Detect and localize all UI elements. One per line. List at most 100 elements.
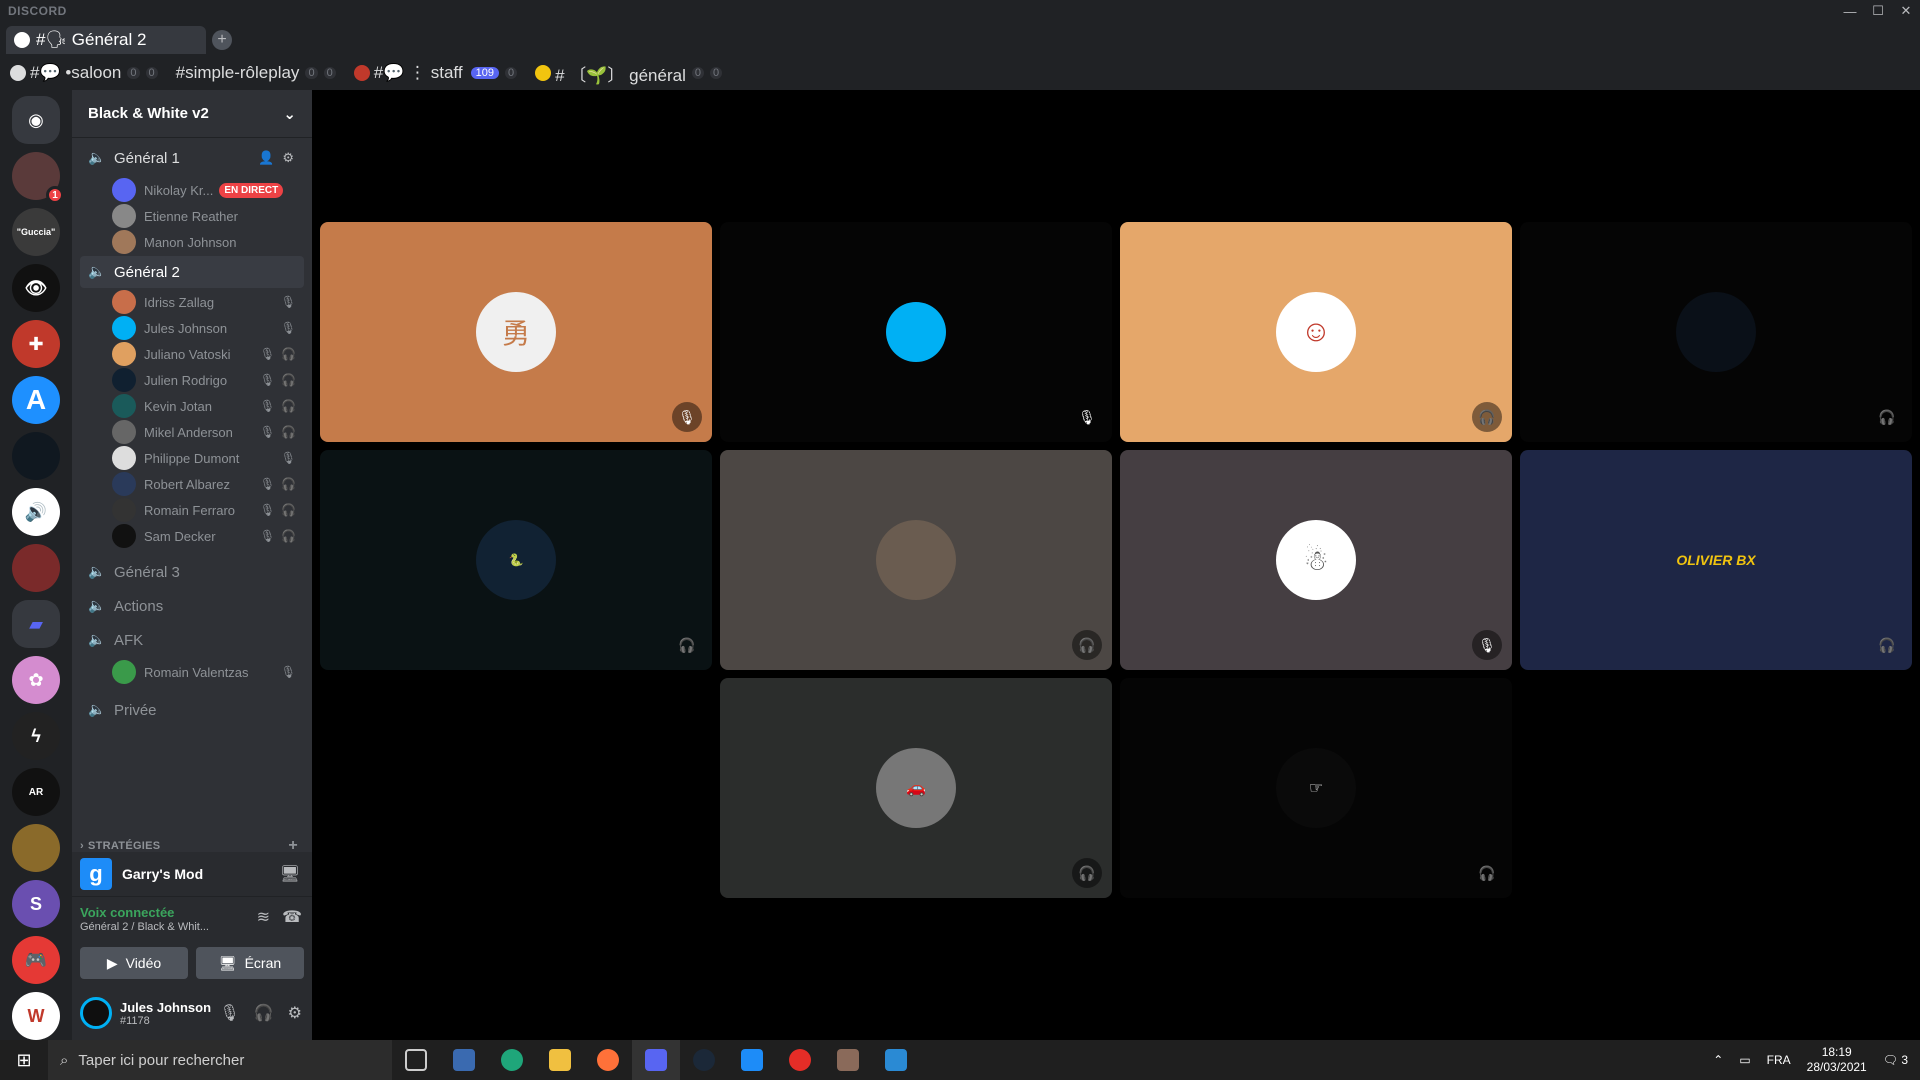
- video-tile[interactable]: 🚗 🎧: [720, 678, 1112, 898]
- tab-general-2[interactable]: #🗣 Général 2: [6, 26, 206, 54]
- noise-suppression-icon[interactable]: ≋: [257, 907, 270, 927]
- windows-taskbar: ⊞ ⌕ Taper ici pour rechercher ⌃ ▭ FRA 18…: [0, 1040, 1920, 1080]
- new-tab-button[interactable]: +: [212, 30, 232, 50]
- channel-general-1[interactable]: 🔈 Général 1 👤 ⚙: [80, 142, 304, 174]
- voice-member[interactable]: Kevin Jotan 🎙 🎧: [112, 392, 304, 420]
- video-tile[interactable]: 🐍 🎧: [320, 450, 712, 670]
- avatar: [112, 368, 136, 392]
- voice-member[interactable]: Idriss Zallag 🎙: [112, 288, 304, 316]
- member-name: Etienne Reather: [144, 208, 238, 224]
- video-tile[interactable]: ☺ 🎧: [1120, 222, 1512, 442]
- firefox-icon[interactable]: [584, 1040, 632, 1080]
- chevron-up-icon[interactable]: ⌃: [1713, 1053, 1723, 1067]
- server-speaker-icon[interactable]: 🔊: [12, 488, 60, 536]
- server-flower-icon[interactable]: ✿: [12, 656, 60, 704]
- server-icon[interactable]: [12, 432, 60, 480]
- video-tile[interactable]: OLIVIER BX 🎧: [1520, 450, 1912, 670]
- voice-member[interactable]: Nikolay Kr... EN DIRECT: [112, 176, 304, 204]
- garrys-mod-icon[interactable]: [728, 1040, 776, 1080]
- channel-general-2[interactable]: 🔈 Général 2: [80, 256, 304, 288]
- image-viewer-icon[interactable]: [824, 1040, 872, 1080]
- invite-icon[interactable]: 👤: [258, 150, 274, 166]
- gear-icon[interactable]: ⚙: [288, 1003, 302, 1023]
- bookmark-simple-roleplay[interactable]: #simple-rôleplay 0 0: [176, 63, 336, 83]
- video-tile[interactable]: 🎧: [720, 450, 1112, 670]
- taskbar-search[interactable]: ⌕ Taper ici pour rechercher: [48, 1040, 392, 1080]
- server-icon[interactable]: [12, 544, 60, 592]
- voice-member[interactable]: Philippe Dumont 🎙: [112, 444, 304, 472]
- server-s-icon[interactable]: S: [12, 880, 60, 928]
- voice-location[interactable]: Général 2 / Black & Whit...: [80, 921, 250, 933]
- avatar: 🚗: [876, 748, 956, 828]
- gear-icon[interactable]: ⚙: [282, 150, 294, 166]
- channel-label: Général 2: [114, 263, 180, 281]
- photos-icon[interactable]: [872, 1040, 920, 1080]
- youtube-icon[interactable]: [776, 1040, 824, 1080]
- headphones-icon[interactable]: 🎧: [254, 1003, 274, 1023]
- calculator-icon[interactable]: [440, 1040, 488, 1080]
- file-explorer-icon[interactable]: [536, 1040, 584, 1080]
- avatar: [112, 420, 136, 444]
- channel-afk[interactable]: 🔈 AFK: [80, 624, 304, 656]
- disconnect-icon[interactable]: ☎: [282, 907, 302, 927]
- channel-general-3[interactable]: 🔈 Général 3: [80, 556, 304, 588]
- voice-member[interactable]: Romain Valentzas 🎙: [112, 658, 304, 686]
- server-icon[interactable]: AR: [12, 768, 60, 816]
- user-name: Jules Johnson: [120, 999, 212, 1015]
- discord-home-icon[interactable]: ◉: [12, 96, 60, 144]
- video-tile[interactable]: ☞ 🎧: [1120, 678, 1512, 898]
- voice-member[interactable]: Julien Rodrigo 🎙 🎧: [112, 366, 304, 394]
- video-tile[interactable]: 🎙: [720, 222, 1112, 442]
- server-gamepad-icon[interactable]: 🎮: [12, 936, 60, 984]
- guild-header[interactable]: Black & White v2 ⌄: [72, 90, 312, 138]
- bookmark-staff[interactable]: #💬 ⋮ staff 109 0: [353, 63, 518, 83]
- channel-actions[interactable]: 🔈 Actions: [80, 590, 304, 622]
- deafen-icon: 🎧: [281, 373, 296, 387]
- voice-member[interactable]: Sam Decker 🎙 🎧: [112, 522, 304, 550]
- dm-avatar[interactable]: 1: [12, 152, 64, 204]
- minimize-icon[interactable]: —: [1836, 0, 1864, 22]
- windows-start-icon[interactable]: ⊞: [0, 1040, 48, 1080]
- notification-center-icon[interactable]: 🗨 3: [1883, 1053, 1908, 1067]
- voice-member[interactable]: Juliano Vatoski 🎙 🎧: [112, 340, 304, 368]
- video-tile[interactable]: 勇 🎙: [320, 222, 712, 442]
- server-icon: [535, 65, 552, 81]
- channel-sidebar: Black & White v2 ⌄ 🔈 Général 1 👤 ⚙ Nikola…: [72, 90, 312, 1040]
- server-a-icon[interactable]: A: [12, 376, 60, 424]
- voice-member[interactable]: Jules Johnson 🎙: [112, 314, 304, 342]
- language-indicator[interactable]: FRA: [1767, 1053, 1791, 1067]
- video-button[interactable]: ▶ Vidéo: [80, 947, 188, 979]
- voice-member[interactable]: Romain Ferraro 🎙 🎧: [112, 496, 304, 524]
- microphone-icon[interactable]: 🎙: [219, 1003, 239, 1023]
- member-name: Kevin Jotan: [144, 398, 212, 414]
- server-icon[interactable]: ✚: [12, 320, 60, 368]
- clock[interactable]: 18:19 28/03/2021: [1807, 1045, 1867, 1075]
- voice-member[interactable]: Etienne Reather: [112, 202, 304, 230]
- screen-share-icon[interactable]: 🖥: [280, 864, 300, 884]
- battery-icon[interactable]: ▭: [1739, 1053, 1750, 1067]
- task-view-icon[interactable]: [392, 1040, 440, 1080]
- voice-member[interactable]: Mikel Anderson 🎙 🎧: [112, 418, 304, 446]
- edge-icon[interactable]: [488, 1040, 536, 1080]
- steam-icon[interactable]: [680, 1040, 728, 1080]
- screen-button[interactable]: 🖥 Écran: [196, 947, 304, 979]
- voice-member[interactable]: Manon Johnson: [112, 228, 304, 256]
- folder-icon[interactable]: ▰: [12, 600, 60, 648]
- count-badge: 0: [127, 67, 140, 79]
- bookmark-general[interactable]: # 〔🌱〕 général 0 0: [535, 61, 723, 86]
- channel-privee[interactable]: 🔈 Privée: [80, 694, 304, 726]
- avatar[interactable]: [80, 997, 112, 1029]
- discord-icon[interactable]: [632, 1040, 680, 1080]
- bookmark-saloon[interactable]: #💬 •saloon 0 0: [10, 63, 158, 83]
- voice-member[interactable]: Robert Albarez 🎙 🎧: [112, 470, 304, 498]
- video-tile[interactable]: 🎧: [1520, 222, 1912, 442]
- video-tile[interactable]: ☃ 🎙: [1120, 450, 1512, 670]
- server-icon[interactable]: "Guccia": [12, 208, 60, 256]
- server-icon[interactable]: ϟ: [12, 712, 60, 760]
- server-icon[interactable]: [12, 824, 60, 872]
- maximize-icon[interactable]: ☐: [1864, 0, 1892, 22]
- server-eye-icon[interactable]: 👁: [12, 264, 60, 312]
- activity-panel: g Garry's Mod 🖥: [72, 852, 312, 896]
- close-icon[interactable]: ✕: [1892, 0, 1920, 22]
- server-icon[interactable]: W: [12, 992, 60, 1040]
